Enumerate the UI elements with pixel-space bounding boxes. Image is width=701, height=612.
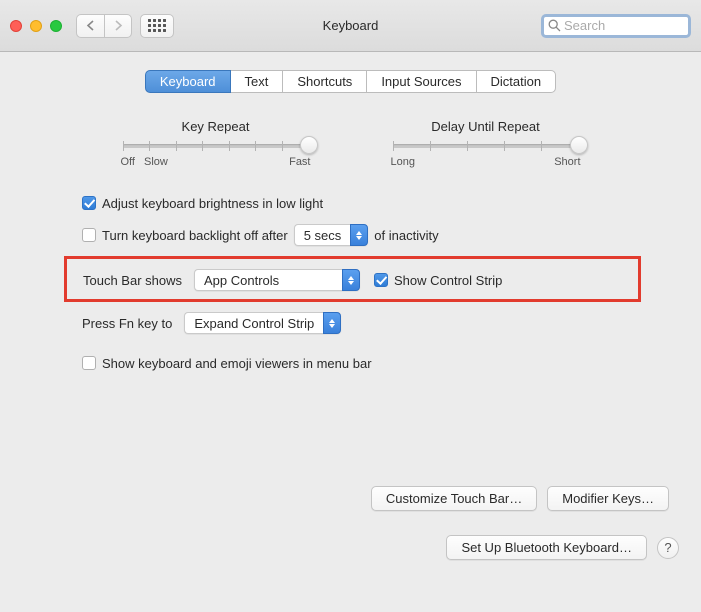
adjust-brightness-label: Adjust keyboard brightness in low light	[102, 196, 323, 211]
highlight-box: Touch Bar shows App Controls Show Contro…	[64, 256, 641, 302]
key-repeat-label: Key Repeat	[121, 119, 311, 134]
show-control-strip-checkbox[interactable]	[374, 273, 388, 287]
tab-keyboard[interactable]: Keyboard	[145, 70, 231, 93]
tab-text[interactable]: Text	[230, 70, 284, 93]
tab-bar: Keyboard Text Shortcuts Input Sources Di…	[0, 70, 701, 93]
tab-input-sources[interactable]: Input Sources	[366, 70, 476, 93]
show-viewers-row: Show keyboard and emoji viewers in menu …	[82, 352, 623, 374]
chevron-updown-icon	[323, 312, 341, 334]
show-viewers-checkbox[interactable]	[82, 356, 96, 370]
nav-buttons	[76, 14, 132, 38]
settings-content: Adjust keyboard brightness in low light …	[0, 168, 701, 374]
slider-thumb[interactable]	[300, 136, 318, 154]
window-title: Keyboard	[323, 18, 379, 33]
slider-thumb[interactable]	[570, 136, 588, 154]
customize-touch-bar-button[interactable]: Customize Touch Bar…	[371, 486, 537, 511]
show-all-button[interactable]	[140, 14, 174, 38]
bluetooth-keyboard-button[interactable]: Set Up Bluetooth Keyboard…	[446, 535, 647, 560]
zoom-window-button[interactable]	[50, 20, 62, 32]
backlight-off-row: Turn keyboard backlight off after 5 secs…	[82, 224, 623, 246]
show-viewers-label: Show keyboard and emoji viewers in menu …	[102, 356, 372, 371]
tab-shortcuts[interactable]: Shortcuts	[282, 70, 367, 93]
key-repeat-off-label: Off	[121, 156, 135, 168]
key-repeat-slow-label: Slow	[144, 156, 168, 168]
help-button[interactable]: ?	[657, 537, 679, 559]
fn-key-select[interactable]: Expand Control Strip	[184, 312, 341, 334]
button-row-1: Customize Touch Bar… Modifier Keys…	[0, 486, 701, 511]
adjust-brightness-row: Adjust keyboard brightness in low light	[82, 192, 623, 214]
backlight-off-label: Turn keyboard backlight off after	[102, 228, 288, 243]
delay-long-label: Long	[391, 156, 415, 168]
backlight-off-suffix: of inactivity	[374, 228, 438, 243]
sliders-area: Key Repeat Off Slow Fast Delay Until Rep…	[0, 119, 701, 168]
key-repeat-fast-label: Fast	[289, 156, 310, 168]
delay-short-label: Short	[554, 156, 580, 168]
minimize-window-button[interactable]	[30, 20, 42, 32]
key-repeat-slider[interactable]	[123, 144, 309, 148]
window-controls	[10, 20, 62, 32]
forward-button[interactable]	[104, 14, 132, 38]
tab-dictation[interactable]: Dictation	[476, 70, 557, 93]
touch-bar-label: Touch Bar shows	[83, 273, 182, 288]
search-icon	[548, 19, 561, 32]
search-field[interactable]	[541, 14, 691, 38]
touch-bar-select[interactable]: App Controls	[194, 269, 360, 291]
adjust-brightness-checkbox[interactable]	[82, 196, 96, 210]
button-row-2: Set Up Bluetooth Keyboard… ?	[0, 535, 701, 560]
backlight-timeout-select[interactable]: 5 secs	[294, 224, 369, 246]
chevron-updown-icon	[350, 224, 368, 246]
modifier-keys-button[interactable]: Modifier Keys…	[547, 486, 669, 511]
fn-key-label: Press Fn key to	[82, 316, 172, 331]
key-repeat-slider-box: Key Repeat Off Slow Fast	[121, 119, 311, 168]
delay-label: Delay Until Repeat	[391, 119, 581, 134]
show-control-strip-label: Show Control Strip	[394, 273, 502, 288]
fn-key-row: Press Fn key to Expand Control Strip	[82, 312, 623, 334]
delay-slider[interactable]	[393, 144, 579, 148]
back-button[interactable]	[76, 14, 104, 38]
chevron-updown-icon	[342, 269, 360, 291]
titlebar: Keyboard	[0, 0, 701, 52]
grid-icon	[148, 19, 166, 32]
touch-bar-row: Touch Bar shows App Controls Show Contro…	[83, 269, 622, 291]
search-input[interactable]	[564, 18, 684, 33]
close-window-button[interactable]	[10, 20, 22, 32]
delay-slider-box: Delay Until Repeat Long Short	[391, 119, 581, 168]
backlight-off-checkbox[interactable]	[82, 228, 96, 242]
